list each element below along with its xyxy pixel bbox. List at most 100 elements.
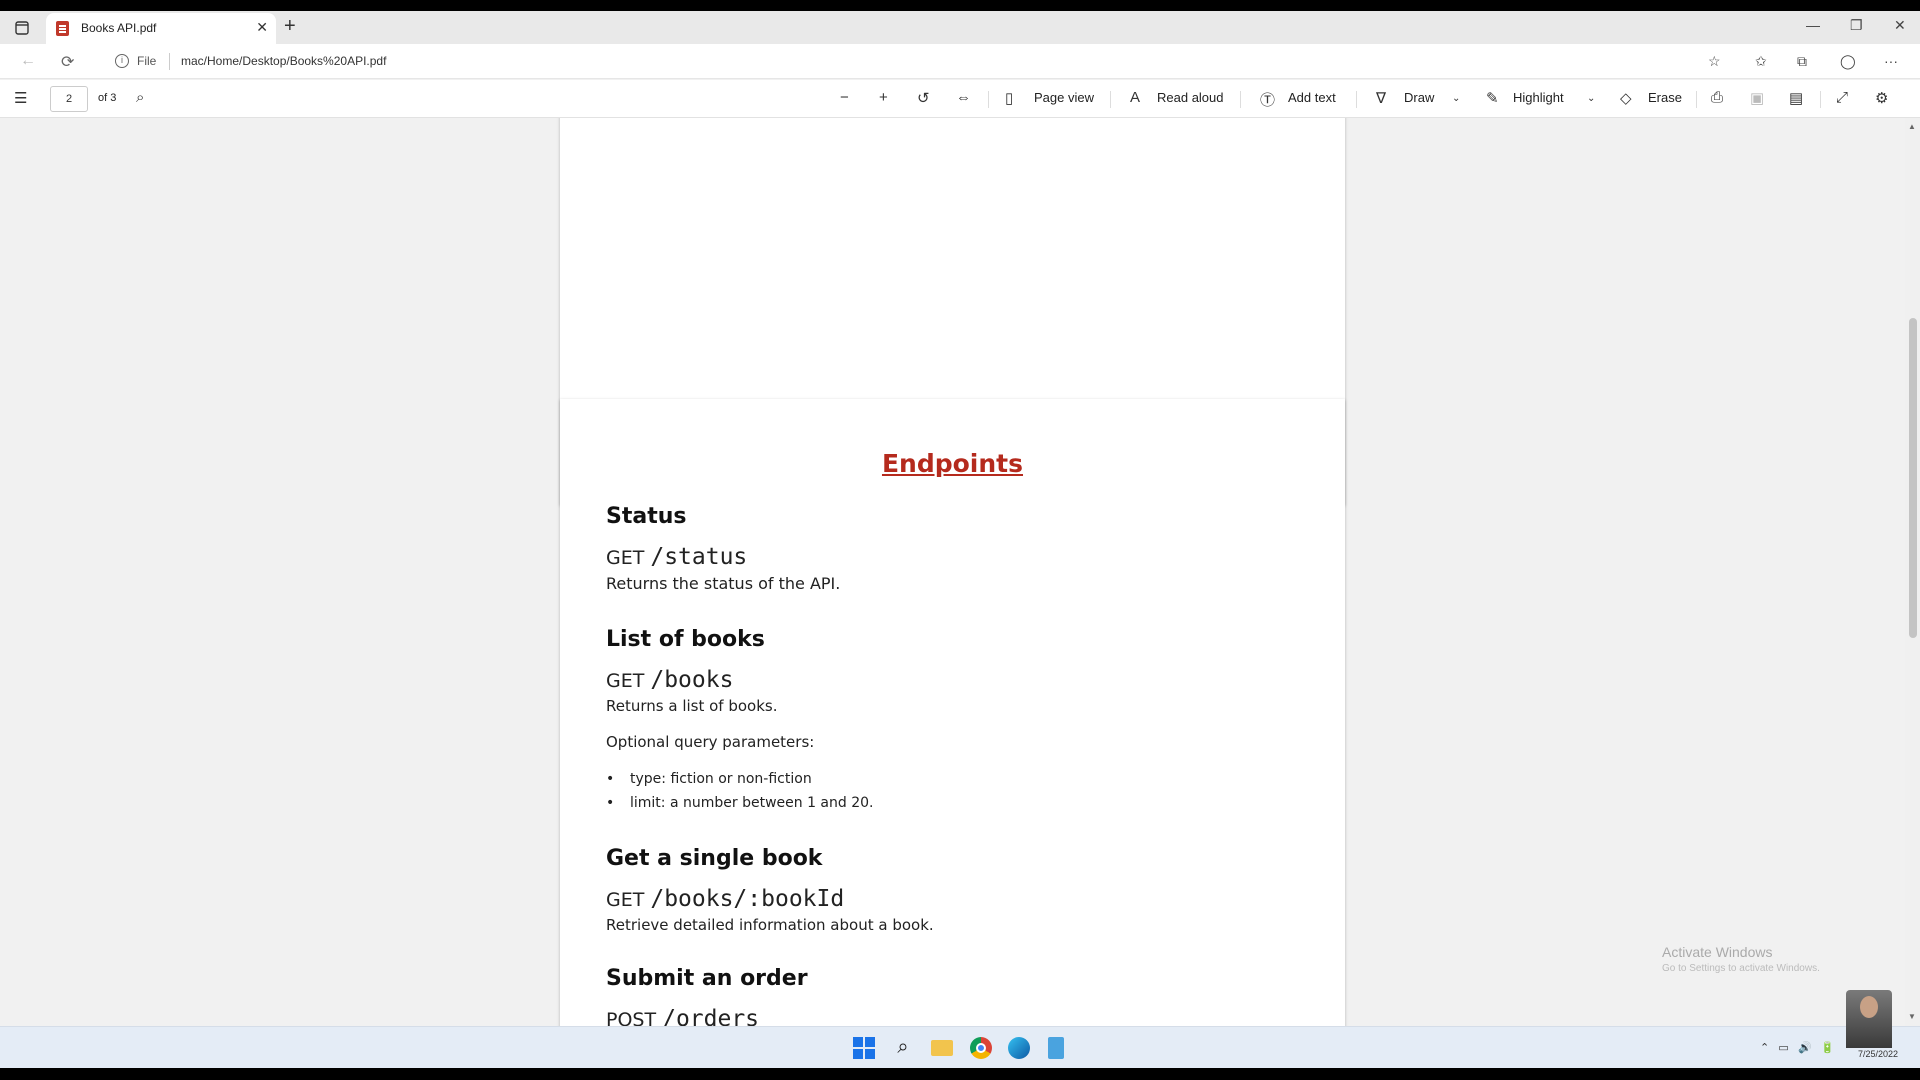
endpoint-path: /orders [662, 1006, 760, 1026]
add-text-button[interactable]: Add text [1288, 90, 1336, 105]
pdf-file-icon [56, 21, 69, 36]
highlight-button[interactable]: Highlight [1513, 90, 1564, 105]
file-label: File [137, 54, 157, 68]
draw-button[interactable]: Draw [1404, 90, 1434, 105]
endpoint-orders: POST/orders [606, 1006, 759, 1026]
browser-tab[interactable]: Books API.pdf ✕ [46, 13, 276, 44]
save-as-icon[interactable]: ▤ [1789, 89, 1803, 107]
document-viewport[interactable]: Endpoints Status GET/status Returns the … [0, 118, 1905, 1026]
taskbar-search-icon[interactable]: ⌕ [892, 1037, 914, 1059]
draw-chevron-down-icon[interactable]: ⌄ [1452, 93, 1460, 104]
search-icon[interactable]: ⌕ [136, 89, 144, 106]
address-bar: ← ⟳ i File mac/Home/Desktop/Books%20API.… [0, 44, 1920, 79]
highlight-icon: ✎ [1486, 90, 1499, 107]
browser-titlebar: Books API.pdf ✕ + — ❐ ✕ [0, 11, 1920, 44]
page-title: Endpoints [881, 449, 1024, 478]
refresh-icon[interactable]: ⟳ [61, 52, 74, 72]
contents-list-icon[interactable]: ☰ [14, 89, 27, 107]
endpoint-path: /status [650, 544, 748, 570]
tab-title: Books API.pdf [81, 21, 157, 35]
edge-icon[interactable] [1008, 1037, 1030, 1059]
new-tab-button[interactable]: + [284, 15, 296, 38]
info-icon[interactable]: i [115, 54, 129, 68]
more-options-icon[interactable]: ··· [1884, 53, 1898, 69]
erase-button[interactable]: Erase [1648, 90, 1682, 105]
fullscreen-icon[interactable]: ⤢ [1836, 89, 1848, 106]
endpoint-single-book: GET/books/:bookId [606, 886, 844, 912]
page-view-button[interactable]: Page view [1034, 90, 1094, 105]
profile-icon[interactable]: ◯ [1840, 53, 1856, 70]
http-method: GET [606, 547, 645, 569]
endpoint-status: GET/status [606, 544, 747, 570]
toolbar-divider [1696, 91, 1697, 108]
toolbar-divider [988, 91, 989, 108]
endpoint-description: Returns the status of the API. [606, 574, 841, 593]
section-heading-submit-order: Submit an order [606, 966, 808, 991]
page-total: of 3 [98, 92, 117, 104]
tab-actions-icon[interactable] [12, 18, 32, 38]
page-number-input[interactable]: 2 [50, 86, 88, 112]
tab-close-icon[interactable]: ✕ [256, 19, 268, 36]
read-aloud-icon: A [1130, 89, 1141, 106]
zoom-in-icon[interactable]: + [879, 89, 888, 106]
http-method: POST [606, 1009, 657, 1026]
endpoint-description: Returns a list of books. [606, 697, 778, 715]
params-intro: Optional query parameters: [606, 733, 815, 751]
favorites-icon[interactable]: ✩ [1755, 53, 1767, 70]
toolbar-divider [1356, 91, 1357, 108]
endpoint-path: /books [650, 667, 734, 693]
settings-gear-icon[interactable]: ⚙ [1875, 89, 1888, 107]
erase-icon: ◇ [1620, 90, 1632, 107]
toolbar-divider [1820, 91, 1821, 108]
scroll-thumb[interactable] [1909, 318, 1917, 638]
bottom-black-border [0, 1068, 1920, 1080]
restore-icon[interactable]: ❐ [1850, 17, 1863, 34]
rotate-icon[interactable]: ↺ [917, 89, 930, 107]
draw-icon: ∇ [1376, 90, 1387, 107]
section-heading-single-book: Get a single book [606, 846, 823, 871]
top-black-border [0, 0, 1920, 11]
save-icon[interactable]: ▣ [1750, 89, 1764, 107]
collections-icon[interactable]: ⧉ [1797, 53, 1807, 70]
add-text-icon: Ⓣ [1260, 92, 1276, 109]
endpoint-description: Retrieve detailed information about a bo… [606, 916, 934, 934]
minimize-icon[interactable]: — [1806, 17, 1820, 33]
screen: Books API.pdf ✕ + — ❐ ✕ ← ⟳ i File mac/H… [0, 0, 1920, 1080]
http-method: GET [606, 889, 645, 911]
favorite-star-icon[interactable]: ☆ [1708, 53, 1721, 70]
url-text[interactable]: mac/Home/Desktop/Books%20API.pdf [181, 54, 386, 68]
toolbar-divider [1240, 91, 1241, 108]
endpoint-path: /books/:bookId [650, 886, 845, 912]
endpoint-books: GET/books [606, 667, 733, 693]
webcam-presenter-avatar [1846, 990, 1892, 1048]
param-list-item: type: fiction or non-fiction [606, 771, 812, 787]
toolbar-divider [1110, 91, 1111, 108]
file-explorer-icon[interactable] [931, 1040, 953, 1056]
url-separator [169, 53, 170, 70]
pdf-toolbar: ☰ 2 of 3 ⌕ − + ↺ ⇔ ▯ Page view A Read al… [0, 80, 1920, 118]
windows-start-icon[interactable] [853, 1037, 875, 1059]
system-tray[interactable]: ⌃ ▭ 🔊 🔋 [1760, 1041, 1835, 1054]
clock-date[interactable]: 7/25/2022 [1858, 1049, 1898, 1059]
section-heading-status: Status [606, 504, 687, 529]
notepad-icon[interactable] [1048, 1037, 1064, 1059]
scroll-up-icon[interactable]: ▲ [1908, 122, 1916, 131]
section-heading-list-books: List of books [606, 627, 765, 652]
fit-page-icon[interactable]: ⇔ [956, 89, 971, 106]
chrome-icon[interactable] [970, 1037, 992, 1059]
pdf-page-2: Endpoints Status GET/status Returns the … [560, 399, 1345, 1026]
http-method: GET [606, 670, 645, 692]
read-aloud-button[interactable]: Read aloud [1157, 90, 1224, 105]
windows-taskbar: ⌕ ⌃ ▭ 🔊 🔋 7/25/2022 [0, 1026, 1920, 1068]
vertical-scrollbar[interactable]: ▲ ▼ [1905, 118, 1920, 1026]
window-close-icon[interactable]: ✕ [1894, 17, 1906, 34]
url-field[interactable]: i File mac/Home/Desktop/Books%20API.pdf [105, 48, 1715, 75]
print-icon[interactable]: ⎙ [1711, 89, 1723, 106]
back-arrow-icon[interactable]: ← [20, 52, 36, 70]
zoom-out-icon[interactable]: − [840, 89, 849, 106]
param-list-item: limit: a number between 1 and 20. [606, 795, 874, 811]
activate-windows-title: Activate Windows [1662, 944, 1773, 960]
activate-windows-subtitle: Go to Settings to activate Windows. [1662, 963, 1820, 974]
scroll-down-icon[interactable]: ▼ [1908, 1012, 1916, 1021]
highlight-chevron-down-icon[interactable]: ⌄ [1587, 93, 1595, 104]
